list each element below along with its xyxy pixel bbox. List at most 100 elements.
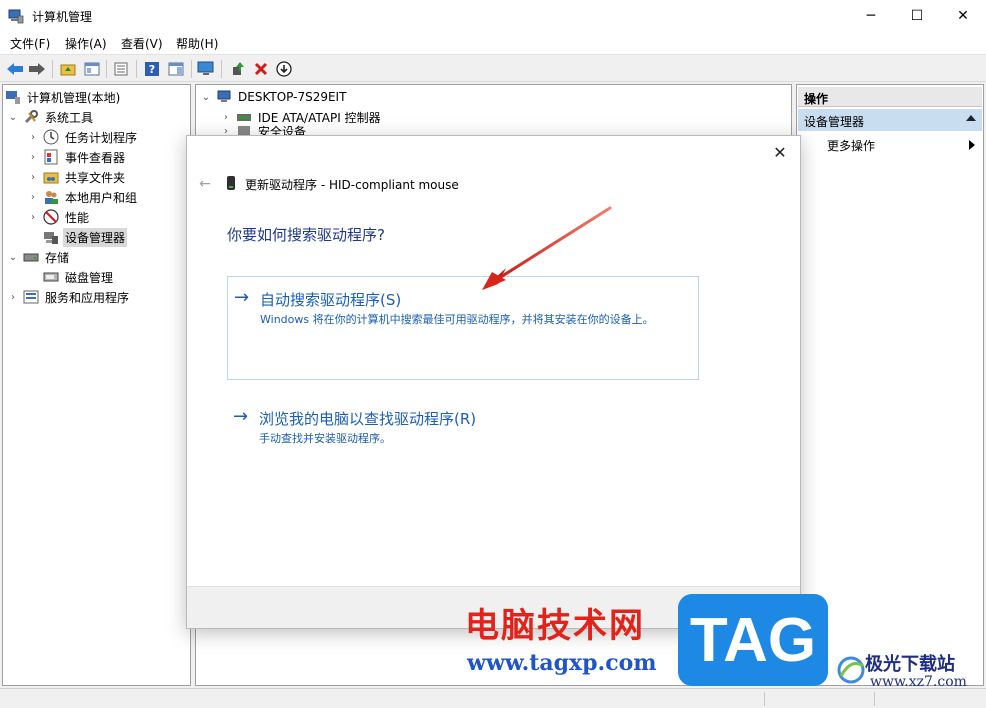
menu-view[interactable]: 查看(V) [121,35,163,52]
disable-device-button[interactable] [274,59,294,79]
dialog-back-button[interactable]: ← [195,174,215,194]
window-title: 计算机管理 [32,10,93,24]
back-toolbar-button[interactable] [5,59,25,79]
auto-search-title: 自动搜索驱动程序(S) [260,291,402,309]
minimize-icon: ─ [866,8,876,24]
collapse-chevron-icon[interactable]: ⌄ [200,92,212,103]
computer-management-icon [6,91,20,104]
tree-item-shared-folders[interactable]: › 共享文件夹 [27,167,127,187]
tools-icon [24,110,38,124]
more-actions-item[interactable]: 更多操作 [827,137,875,154]
status-cell-divider [764,692,765,706]
status-cell-divider [874,692,875,706]
expand-chevron-icon[interactable]: › [27,132,39,143]
menu-action[interactable]: 操作(A) [65,35,107,52]
expand-chevron-icon[interactable]: › [27,172,39,183]
maximize-button[interactable]: ☐ [894,0,940,32]
dialog-close-button[interactable]: ✕ [770,142,790,162]
maximize-icon: ☐ [910,8,924,24]
services-icon [23,290,39,304]
toolbar-separator [52,60,53,78]
collapse-chevron-icon[interactable]: ⌄ [7,252,19,263]
cancel-button[interactable]: 取消 [695,597,791,621]
status-bar [0,688,986,708]
collapse-chevron-icon[interactable]: ⌄ [7,112,19,123]
console-tree-pane: 计算机管理(本地) ⌄ 系统工具 › 任务计划程序 › 事件查看器 › 共享文件… [2,84,191,686]
right-arrow-icon: → [233,406,249,427]
tree-item-local-users[interactable]: › 本地用户和组 [27,187,139,207]
expand-chevron-icon[interactable]: › [7,292,19,303]
device-manager-icon [44,232,58,244]
menu-file[interactable]: 文件(F) [10,35,50,52]
svg-text:?: ? [149,63,155,76]
minimize-button[interactable]: ─ [848,0,894,32]
users-icon [45,191,58,204]
toolbar: ? [0,54,986,82]
list-icon [114,62,128,76]
dialog-footer: 取消 [187,586,800,628]
back-arrow-icon: ← [199,176,211,192]
menu-bar: 文件(F) 操作(A) 查看(V) 帮助(H) [0,32,986,54]
update-driver-icon [233,62,244,75]
toolbar-separator [191,60,192,78]
properties-view-button[interactable] [166,59,186,79]
desktop-computer-icon [217,90,231,102]
close-button[interactable]: ✕ [940,0,986,32]
collapse-triangle-icon[interactable] [966,115,976,121]
device-tree-computer[interactable]: ⌄ DESKTOP-7S29EIT [200,87,348,107]
folder-up-icon [60,64,76,76]
tree-item-device-manager[interactable]: 设备管理器 [27,227,128,247]
actions-header: 操作 [798,87,982,107]
uninstall-device-button[interactable] [251,59,271,79]
dialog-header-title: 更新驱动程序 - HID-compliant mouse [245,178,459,192]
auto-search-driver-option[interactable]: → 自动搜索驱动程序(S) Windows 将在你的计算机中搜索最佳可用驱动程序… [227,276,699,380]
mouse-device-icon [227,176,235,190]
tree-item-task-scheduler[interactable]: › 任务计划程序 [27,127,139,147]
forward-toolbar-button[interactable] [27,59,47,79]
right-arrow-icon: → [234,287,250,308]
update-driver-button[interactable] [228,59,248,79]
dialog-question: 你要如何搜索驱动程序? [227,226,385,244]
tree-root[interactable]: 计算机管理(本地) [5,87,122,107]
browse-description: 手动查找并安装驱动程序。 [259,432,391,445]
close-icon: ✕ [957,8,969,24]
export-list-button[interactable] [111,59,131,79]
event-log-icon [44,149,58,165]
expand-chevron-icon[interactable]: › [27,212,39,223]
tree-services[interactable]: › 服务和应用程序 [7,287,131,307]
expand-chevron-icon[interactable]: › [27,192,39,203]
monitor-scan-icon [197,61,214,75]
actions-section-device-manager[interactable]: 设备管理器 [798,109,982,131]
device-tree-ide[interactable]: › IDE ATA/ATAPI 控制器 [220,107,383,127]
tree-system-tools[interactable]: ⌄ 系统工具 [7,107,95,127]
shared-folder-icon [43,172,59,184]
red-x-icon [254,62,268,76]
up-folder-button[interactable] [58,59,78,79]
toolbar-separator [136,60,137,78]
toolbar-separator [106,60,107,78]
tree-item-disk-management[interactable]: 磁盘管理 [27,267,115,287]
tree-storage[interactable]: ⌄ 存储 [7,247,71,267]
expand-chevron-icon[interactable]: › [27,152,39,163]
expand-chevron-icon[interactable]: › [220,112,232,123]
help-toolbar-button[interactable]: ? [142,59,162,79]
computer-management-icon [8,9,24,24]
menu-help[interactable]: 帮助(H) [176,35,218,52]
forward-arrow-icon [29,63,45,75]
tree-item-event-viewer[interactable]: › 事件查看器 [27,147,127,167]
browse-title: 浏览我的电脑以查找驱动程序(R) [259,410,477,428]
help-icon: ? [145,62,159,76]
show-tree-button[interactable] [82,59,102,79]
tree-view-icon [84,62,100,76]
back-arrow-icon [7,63,23,75]
ide-controller-icon [237,114,251,121]
browse-computer-driver-option[interactable]: → 浏览我的电脑以查找驱动程序(R) 手动查找并安装驱动程序。 [227,396,699,448]
submenu-arrow-icon[interactable] [969,140,975,150]
clock-icon [43,129,59,145]
download-circle-icon [276,61,292,77]
storage-icon [23,253,39,262]
toolbar-separator [221,60,222,78]
scan-hardware-button[interactable] [196,59,216,79]
tree-item-performance[interactable]: › 性能 [27,207,91,227]
title-bar: 计算机管理 ─ ☐ ✕ [0,0,986,32]
